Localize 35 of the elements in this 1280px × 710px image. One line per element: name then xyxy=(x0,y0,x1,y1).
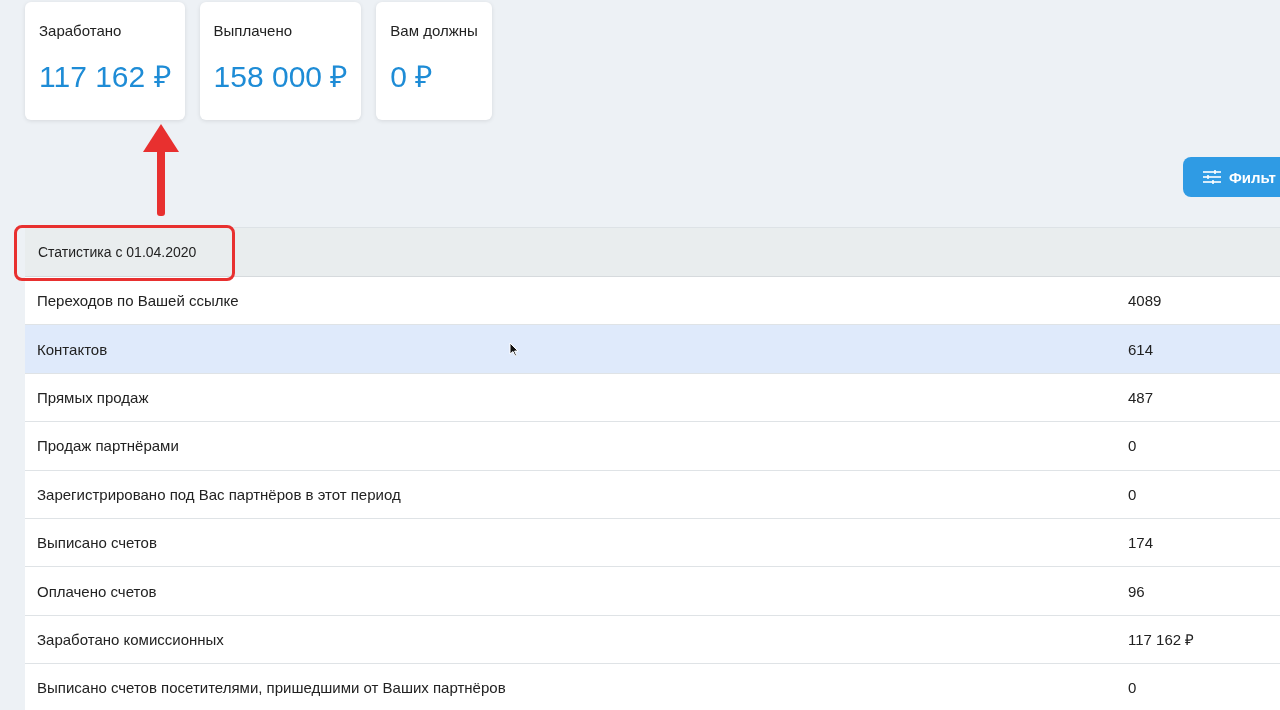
table-row[interactable]: Выписано счетов посетителями, пришедшими от Ваших партнёров 0 xyxy=(25,664,1280,710)
row-value: 487 xyxy=(1128,388,1155,406)
card-label: Выплачено xyxy=(213,22,294,39)
card-value: 117 162 ₽ xyxy=(39,59,171,95)
row-label: Выписано счетов xyxy=(37,534,157,552)
row-value: 174 xyxy=(1128,534,1155,552)
sliders-icon xyxy=(1203,170,1221,184)
table-row[interactable]: Контактов 614 xyxy=(25,325,1280,374)
row-label: Зарегистрировано под Вас партнёров в этот период xyxy=(37,485,401,503)
table-row[interactable]: Заработано комиссионных 117 162 ₽ xyxy=(25,615,1280,665)
row-value: 117 162 ₽ xyxy=(1128,630,1196,650)
row-label: Переходов по Вашей ссылке xyxy=(37,292,239,310)
card-label: Вам должны xyxy=(390,22,478,39)
row-label: Продаж партнёрами xyxy=(37,437,179,455)
row-value: 96 xyxy=(1128,582,1146,600)
table-row[interactable]: Прямых продаж 487 xyxy=(25,373,1280,423)
row-value: 4089 xyxy=(1128,292,1163,310)
card-value: 158 000 ₽ xyxy=(213,59,348,95)
row-label: Прямых продаж xyxy=(37,388,149,406)
cursor-icon xyxy=(509,342,519,357)
row-value: 0 xyxy=(1128,437,1138,455)
row-value: 0 xyxy=(1128,679,1138,697)
card-value: 0 ₽ xyxy=(390,59,434,95)
row-value: 0 xyxy=(1128,485,1138,503)
table-row[interactable]: Зарегистрировано под Вас партнёров в этот период 0 xyxy=(25,470,1280,519)
table-row[interactable]: Выписано счетов 174 xyxy=(25,518,1280,568)
row-value: 614 xyxy=(1128,340,1155,358)
table-row[interactable]: Оплачено счетов 96 xyxy=(25,567,1280,616)
row-label: Контактов xyxy=(37,340,108,358)
row-label: Выписано счетов посетителями, пришедшими от Ваших партнёров xyxy=(37,679,506,697)
row-label: Заработано комиссионных xyxy=(37,630,224,648)
card-label: Заработано xyxy=(39,22,123,39)
header-title: Статистика с 01.04.2020 xyxy=(38,244,197,260)
table-row[interactable]: Продаж партнёрами 0 xyxy=(25,422,1280,471)
row-label: Оплачено счетов xyxy=(37,582,157,600)
